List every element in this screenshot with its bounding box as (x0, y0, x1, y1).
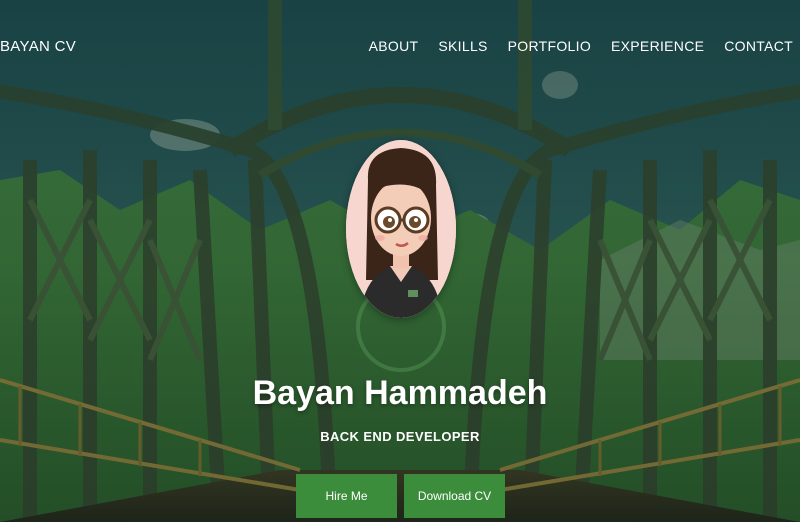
download-cv-button[interactable]: Download CV (404, 474, 505, 518)
nav-item-experience[interactable]: EXPERIENCE (611, 38, 704, 54)
nav-item-contact[interactable]: CONTACT (724, 38, 793, 54)
hire-me-button[interactable]: Hire Me (296, 474, 397, 518)
nav-item-about[interactable]: ABOUT (369, 38, 419, 54)
nav-menu: ABOUT SKILLS PORTFOLIO EXPERIENCE CONTAC… (369, 38, 793, 54)
top-navbar: BAYAN CV ABOUT SKILLS PORTFOLIO EXPERIEN… (0, 0, 800, 96)
hero-name: Bayan Hammadeh (252, 374, 548, 412)
nav-item-portfolio[interactable]: PORTFOLIO (508, 38, 591, 54)
avatar (346, 140, 456, 318)
nav-item-skills[interactable]: SKILLS (438, 38, 487, 54)
hero-role: BACK END DEVELOPER (320, 429, 480, 444)
avatar-illustration (346, 140, 456, 318)
brand-logo[interactable]: BAYAN CV (0, 38, 76, 55)
